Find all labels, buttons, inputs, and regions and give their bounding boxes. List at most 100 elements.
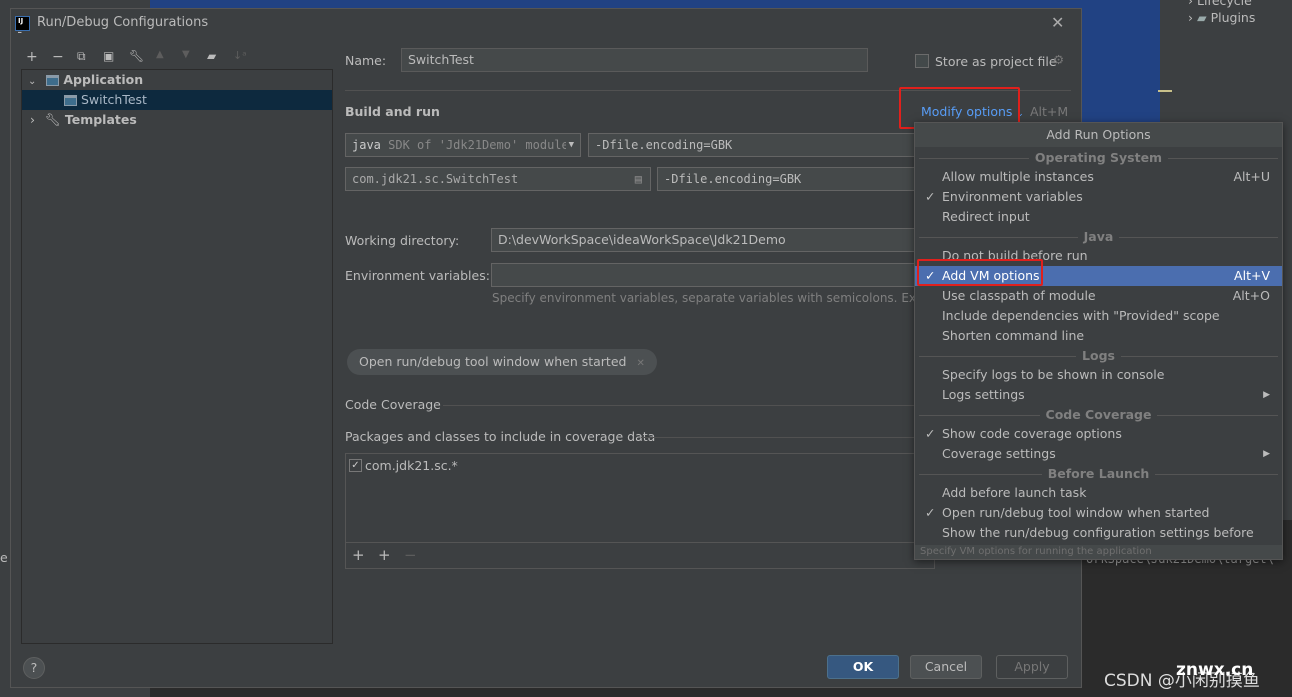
packages-list: ✓ com.jdk21.sc.* + + −: [345, 453, 936, 569]
popup-footer-hint: Specify VM options for running the appli…: [915, 545, 1282, 559]
remove-icon[interactable]: −: [52, 49, 64, 65]
env-label: Environment variables:: [345, 268, 490, 283]
menu-item[interactable]: Specify logs to be shown in console: [915, 365, 1282, 385]
menu-item-label: Add before launch task: [942, 485, 1087, 500]
tree-item-application[interactable]: ⌄ Application: [22, 70, 332, 90]
menu-item-label: Specify logs to be shown in console: [942, 367, 1165, 382]
menu-item-shortcut: Alt+O: [1232, 288, 1270, 303]
tree-item-templates[interactable]: › 🔧︎ Templates: [22, 110, 332, 130]
apply-button[interactable]: Apply: [996, 655, 1068, 679]
submenu-arrow-icon: ▶: [1263, 390, 1270, 400]
add-package-icon[interactable]: +: [378, 546, 391, 564]
menu-item-label: Shorten command line: [942, 328, 1085, 343]
browse-icon: ▤: [634, 172, 642, 186]
store-project-checkbox[interactable]: [915, 54, 929, 68]
env-hint: Specify environment variables, separate …: [492, 291, 943, 305]
remove-icon[interactable]: −: [404, 546, 417, 564]
dialog-title: Run/Debug Configurations: [37, 15, 209, 30]
main-class-input[interactable]: com.jdk21.sc.SwitchTest ▤: [345, 167, 651, 191]
check-icon: ✓: [925, 426, 936, 441]
editor-marker: [1158, 90, 1172, 92]
before-launch-chip[interactable]: Open run/debug tool window when started …: [347, 349, 657, 375]
chevron-down-icon[interactable]: ⌄: [28, 76, 36, 87]
menu-group-header: Code Coverage: [915, 406, 1282, 424]
program-args-input[interactable]: -Dfile.encoding=GBK: [657, 167, 927, 191]
menu-item-label: Use classpath of module: [942, 288, 1096, 303]
move-up-icon[interactable]: ▲: [156, 49, 164, 60]
move-down-icon[interactable]: ▼: [182, 49, 190, 60]
menu-item[interactable]: Add before launch task: [915, 483, 1282, 503]
menu-item[interactable]: ✓ Open run/debug tool window when started: [915, 503, 1282, 523]
menu-item-label: Redirect input: [942, 209, 1030, 224]
package-checkbox[interactable]: ✓: [349, 459, 362, 472]
ok-button[interactable]: OK: [827, 655, 899, 679]
application-icon: [64, 95, 77, 106]
dropdown-arrow-icon: ▼: [565, 134, 574, 156]
menu-group-header: Before Launch: [915, 465, 1282, 483]
cancel-button[interactable]: Cancel: [910, 655, 982, 679]
close-icon[interactable]: ✕: [1051, 13, 1064, 32]
menu-item-label: Allow multiple instances: [942, 169, 1094, 184]
menu-group-header: Logs: [915, 347, 1282, 365]
tree-item-switchtest[interactable]: SwitchTest: [22, 90, 332, 110]
menu-item[interactable]: Logs settings ▶: [915, 385, 1282, 405]
menu-item[interactable]: Redirect input: [915, 207, 1282, 227]
watermark-site: znwx.cn: [1176, 660, 1254, 680]
wrench-icon: 🔧︎: [44, 112, 61, 127]
ide-text-fragment: e: [0, 550, 8, 565]
workdir-input[interactable]: D:\devWorkSpace\ideaWorkSpace\Jdk21Demo: [491, 228, 931, 252]
check-icon: ✓: [925, 189, 936, 204]
menu-group-header: Operating System: [915, 149, 1282, 167]
configuration-tree: ⌄ Application SwitchTest › 🔧︎ Templates: [21, 69, 333, 644]
intellij-logo-icon: IJ _: [15, 16, 30, 33]
menu-item[interactable]: Include dependencies with "Provided" sco…: [915, 306, 1282, 326]
folder-gear-icon: ▰: [1196, 10, 1207, 25]
menu-item[interactable]: ✓ Show code coverage options: [915, 424, 1282, 444]
popup-title: Add Run Options: [915, 123, 1282, 147]
close-icon[interactable]: ✕: [636, 358, 644, 369]
application-icon: [46, 75, 60, 86]
highlight-box: [917, 259, 1043, 286]
menu-item[interactable]: Shorten command line: [915, 326, 1282, 346]
menu-item[interactable]: Allow multiple instances Alt+U: [915, 167, 1282, 187]
menu-item-label: Show code coverage options: [942, 426, 1122, 441]
menu-item-label: Include dependencies with "Provided" sco…: [942, 308, 1220, 323]
add-class-icon[interactable]: +: [352, 546, 365, 564]
env-input[interactable]: [491, 263, 931, 287]
tree-item-lifecycle[interactable]: › Lifecycle: [1188, 0, 1252, 8]
chevron-right-icon[interactable]: ›: [30, 112, 35, 127]
gear-icon[interactable]: ⚙: [1053, 52, 1064, 67]
menu-item-shortcut: Alt+U: [1233, 169, 1270, 184]
wrench-icon[interactable]: 🔧︎: [129, 49, 144, 63]
menu-item-label: Coverage settings: [942, 446, 1056, 461]
menu-item-label: Logs settings: [942, 387, 1025, 402]
sdk-select[interactable]: java SDK of 'Jdk21Demo' module ▼: [345, 133, 581, 157]
sort-icon[interactable]: ↓ᵃ: [233, 49, 247, 62]
menu-group-header: Java: [915, 228, 1282, 246]
tree-item-plugins[interactable]: › ▰ Plugins: [1188, 10, 1255, 25]
check-icon: ✓: [925, 505, 936, 520]
add-run-options-popup: Add Run Options Operating System Allow mu…: [914, 122, 1283, 560]
copy-icon[interactable]: ⧉: [77, 49, 86, 64]
menu-item-label: Environment variables: [942, 189, 1083, 204]
menu-item[interactable]: Coverage settings ▶: [915, 444, 1282, 464]
menu-item[interactable]: ✓ Environment variables: [915, 187, 1282, 207]
add-icon[interactable]: +: [26, 49, 38, 65]
new-folder-icon[interactable]: ▰: [207, 49, 216, 63]
submenu-arrow-icon: ▶: [1263, 449, 1270, 459]
menu-item-shortcut: Alt+V: [1234, 268, 1270, 283]
menu-item[interactable]: Show the run/debug configuration setting…: [915, 523, 1282, 560]
menu-item-label: Open run/debug tool window when started: [942, 505, 1210, 520]
package-item: com.jdk21.sc.*: [365, 458, 458, 473]
packages-label: Packages and classes to include in cover…: [345, 429, 656, 444]
save-icon[interactable]: ▣: [103, 49, 114, 63]
vm-options-input[interactable]: -Dfile.encoding=GBK: [588, 133, 928, 157]
workdir-label: Working directory:: [345, 233, 460, 248]
help-button[interactable]: ?: [23, 657, 45, 679]
menu-item[interactable]: Use classpath of module Alt+O: [915, 286, 1282, 306]
store-project-label[interactable]: Store as project file: [935, 54, 1057, 69]
build-run-heading: Build and run: [345, 104, 440, 119]
code-coverage-heading: Code Coverage: [345, 397, 441, 412]
name-input[interactable]: SwitchTest: [401, 48, 868, 72]
name-label: Name:: [345, 53, 387, 68]
